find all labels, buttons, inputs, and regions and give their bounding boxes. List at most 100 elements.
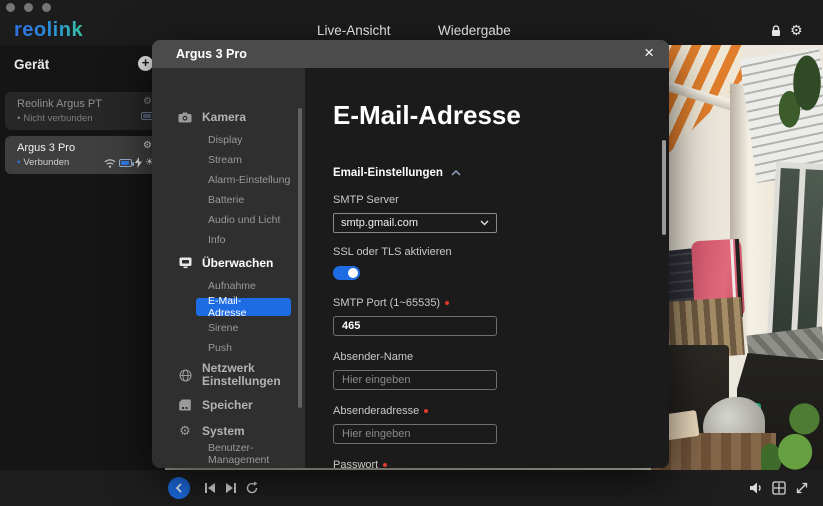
sender-address-label: Absenderadresse [333,405,669,417]
nav-item-info[interactable]: Info [152,230,305,250]
smtp-server-group: SMTP Server smtp.gmail.com [333,194,669,233]
nav-section-label: Überwachen [202,257,294,270]
lock-icon[interactable] [769,24,783,38]
top-bar: reolink Live-Ansicht Wiedergabe ⚙ [0,0,823,45]
wifi-icon [104,158,116,168]
device-settings-icon[interactable]: ⚙ [143,96,152,107]
nav-item-alarm-einstellung[interactable]: Alarm-Einstellung [152,170,305,190]
window-close-button[interactable] [6,3,15,12]
storage-icon [178,398,192,412]
settings-nav: Kamera Display Stream Alarm-Einstellung … [152,68,305,468]
globe-icon [178,368,192,382]
dialog-titlebar[interactable]: Argus 3 Pro × [152,40,669,68]
nav-item-stream[interactable]: Stream [152,150,305,170]
page-title: E-Mail-Adresse [333,100,669,131]
skip-next-icon[interactable] [224,481,238,495]
chevron-down-icon [480,220,489,226]
sender-name-input[interactable] [333,370,497,390]
camera-icon [178,110,192,124]
password-group: Passwort [333,459,669,468]
smtp-server-select[interactable]: smtp.gmail.com [333,213,497,233]
device-sidebar: Gerät + Reolink Argus PT •Nicht verbunde… [0,45,165,470]
nav-item-batterie[interactable]: Batterie [152,190,305,210]
tab-playback[interactable]: Wiedergabe [438,23,511,38]
device-status: •Nicht verbunden [17,113,93,124]
grid-view-icon[interactable] [771,480,787,496]
smtp-port-label: SMTP Port (1~65535) [333,297,669,309]
smtp-server-label: SMTP Server [333,194,669,206]
sender-address-input[interactable] [333,424,497,444]
section-title: Email-Einstellungen [333,167,443,179]
window-minimize-button[interactable] [24,3,33,12]
required-marker [445,301,449,305]
password-label: Passwort [333,459,669,468]
required-marker [383,463,387,467]
device-card-argus-pt[interactable]: Reolink Argus PT •Nicht verbunden ⚙ [5,92,160,130]
nav-item-sirene[interactable]: Sirene [152,318,305,338]
settings-icon[interactable]: ⚙ [790,24,804,38]
window-zoom-button[interactable] [42,3,51,12]
nav-item-push[interactable]: Push [152,338,305,358]
player-bar [0,470,823,506]
tab-live-view[interactable]: Live-Ansicht [317,23,391,38]
photo-leaves-top [777,53,823,128]
sender-address-group: Absenderadresse [333,405,669,444]
gear-icon: ⚙ [178,424,192,438]
photo-plants-bottom [761,397,823,470]
add-device-button[interactable]: + [138,56,153,71]
device-name: Argus 3 Pro [17,142,75,154]
nav-section-kamera[interactable]: Kamera [152,104,305,130]
sender-name-group: Absender-Name [333,351,669,390]
status-dot: • [17,157,20,168]
nav-item-audio-und-licht[interactable]: Audio und Licht [152,210,305,230]
smtp-port-group: SMTP Port (1~65535) [333,297,669,336]
nav-section-label: Netzwerk Einstellungen [202,362,294,388]
device-settings-icon[interactable]: ⚙ [143,140,152,151]
skip-previous-icon[interactable] [203,481,217,495]
device-status-icons: ☀ [104,157,154,168]
nav-section-speicher[interactable]: Speicher [152,392,305,418]
device-status: •Verbunden [17,157,69,168]
charging-icon [135,157,142,168]
chevron-left-icon [175,483,183,493]
ssl-label: SSL oder TLS aktivieren [333,246,669,258]
device-settings-dialog: Argus 3 Pro × Kamera Display Stream Alar… [152,40,669,468]
content-scrollbar[interactable] [662,140,666,235]
device-name: Reolink Argus PT [17,98,102,110]
battery-icon [119,159,132,167]
ssl-toggle[interactable] [333,266,360,280]
collapse-sidebar-button[interactable] [168,477,190,499]
reolink-logo: reolink [14,19,83,42]
nav-section-ueberwachen[interactable]: Überwachen [152,250,305,276]
refresh-icon[interactable] [245,481,259,495]
nav-item-email-adresse[interactable]: E-Mail-Adresse [196,297,291,317]
dialog-title: Argus 3 Pro [176,47,247,61]
nav-selected-pill: E-Mail-Adresse [196,298,291,316]
smtp-server-value: smtp.gmail.com [341,217,418,229]
nav-scrollbar[interactable] [298,108,302,408]
device-card-argus-3-pro[interactable]: Argus 3 Pro •Verbunden ⚙ ☀ [5,136,160,174]
toggle-knob [348,268,358,278]
ssl-group: SSL oder TLS aktivieren [333,246,669,280]
nav-section-label: System [202,425,294,438]
device-list-title: Gerät [14,57,49,72]
volume-icon[interactable] [748,480,764,496]
fullscreen-icon[interactable] [794,480,810,496]
sidebar-header: Gerät + [0,45,165,85]
monitor-icon [178,256,192,270]
nav-item-benutzer-management[interactable]: Benutzer-Management [152,444,305,464]
email-settings-section-header[interactable]: Email-Einstellungen [333,167,669,179]
smtp-port-input[interactable] [333,316,497,336]
close-icon[interactable]: × [644,43,654,63]
email-settings-panel: E-Mail-Adresse Email-Einstellungen SMTP … [305,68,669,468]
status-dot: • [17,113,20,124]
nav-section-system[interactable]: ⚙ System [152,418,305,444]
nav-section-label: Speicher [202,399,294,412]
sender-name-label: Absender-Name [333,351,669,363]
nav-section-label: Kamera [202,111,294,124]
chevron-up-icon [451,170,461,176]
required-marker [424,409,428,413]
nav-item-aufnahme[interactable]: Aufnahme [152,276,305,296]
nav-item-display[interactable]: Display [152,130,305,150]
nav-section-netzwerk[interactable]: Netzwerk Einstellungen [152,358,305,392]
